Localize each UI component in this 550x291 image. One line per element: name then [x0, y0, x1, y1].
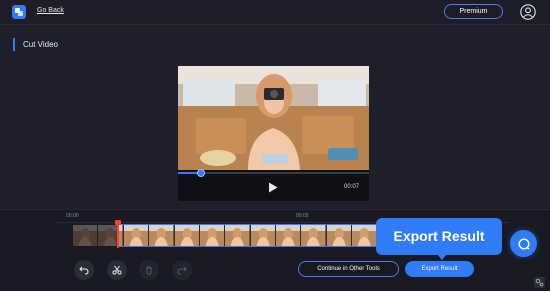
video-duration: 00:07 [344, 184, 360, 190]
top-bar: Go Back Premium [0, 0, 550, 25]
page-title: Cut Video [13, 38, 58, 51]
trim-selection[interactable] [117, 224, 403, 247]
export-result-button[interactable]: Export Result [405, 261, 474, 277]
progress-handle[interactable] [196, 169, 205, 177]
timeline-tick: 00:00 [66, 213, 79, 219]
trash-icon [146, 266, 152, 275]
export-result-callout: Export Result [376, 218, 502, 255]
playhead[interactable] [117, 220, 119, 248]
cut-button[interactable] [107, 260, 127, 280]
callout-pointer [437, 254, 447, 260]
redo-icon [177, 266, 187, 275]
play-icon[interactable] [268, 182, 278, 193]
chat-help-button[interactable] [510, 230, 537, 257]
timeline-tick: 00:05 [296, 213, 309, 219]
progress-track[interactable] [178, 172, 369, 174]
app-logo-icon[interactable] [12, 5, 26, 19]
undo-button[interactable] [74, 260, 94, 280]
premium-button[interactable]: Premium [444, 4, 503, 19]
trimmed-region [73, 225, 117, 246]
continue-in-other-tools-button[interactable]: Continue in Other Tools [298, 261, 399, 277]
user-avatar-icon[interactable] [520, 4, 536, 20]
go-back-link[interactable]: Go Back [37, 7, 64, 14]
video-player: 00:07 [178, 66, 369, 201]
delete-button[interactable] [139, 260, 159, 280]
chat-help-icon [517, 237, 530, 250]
scissors-icon [112, 265, 122, 275]
redo-button[interactable] [172, 260, 192, 280]
video-frame[interactable] [178, 66, 369, 170]
settings-icon[interactable] [534, 277, 545, 288]
undo-icon [79, 266, 89, 275]
